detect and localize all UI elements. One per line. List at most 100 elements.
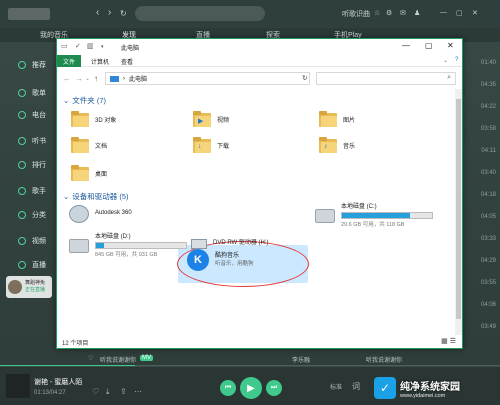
drive-d[interactable]: 本地磁盘 (D:) 845 GB 可用，共 931 GB bbox=[69, 233, 187, 258]
folder-videos[interactable]: ▶ 视频 bbox=[193, 111, 229, 127]
duration-text: 04:11 bbox=[481, 148, 496, 154]
sidebar-item-live[interactable]: 直播 bbox=[18, 260, 46, 270]
duration-text: 03:49 bbox=[480, 324, 496, 330]
forward-icon[interactable]: › bbox=[108, 7, 111, 18]
heart-icon[interactable]: ♡ bbox=[88, 355, 93, 362]
now-playing-title[interactable]: 谢艳 - 蜜磨人陌 bbox=[34, 377, 82, 387]
ribbon-tab-computer[interactable]: 计算机 bbox=[85, 55, 115, 67]
lyric-button[interactable]: 词 bbox=[352, 381, 360, 392]
user-icon[interactable]: ♟ bbox=[414, 9, 420, 17]
drive-c[interactable]: 本地磁盘 (C:) 29.6 GB 可用，共 118 GB bbox=[315, 203, 433, 228]
sidebar-item-artists[interactable]: 歌手 bbox=[18, 186, 46, 196]
avatar bbox=[8, 280, 22, 294]
folders-section-header[interactable]: ⌄ 文件夹 (7) bbox=[63, 95, 106, 106]
folder-name: 图片 bbox=[343, 117, 356, 124]
folder-music[interactable]: ♪ 音乐 bbox=[319, 137, 355, 153]
view-toggle-icons[interactable]: ▦ ☰ bbox=[441, 337, 456, 345]
folder-3d-objects[interactable]: 3D 对象 bbox=[71, 111, 116, 127]
close-app-button[interactable]: ✕ bbox=[472, 9, 478, 17]
share-icon[interactable]: ⇪ bbox=[120, 387, 127, 396]
more-icon[interactable]: ⋯ bbox=[134, 387, 142, 396]
refresh-icon[interactable]: ↻ bbox=[120, 9, 127, 18]
settings-icon[interactable]: ⚙ bbox=[386, 9, 392, 17]
folder-name: 桌面 bbox=[95, 171, 108, 178]
mv-badge[interactable]: MV bbox=[140, 355, 153, 361]
message-icon[interactable]: ✉ bbox=[400, 9, 406, 17]
folder-name: 下载 bbox=[217, 143, 230, 150]
refresh-icon[interactable]: ↻ bbox=[302, 74, 308, 82]
help-icon[interactable]: ? bbox=[449, 55, 464, 67]
drive-dvd-h[interactable]: DVD RW 驱动器 (H:) bbox=[191, 237, 269, 249]
folder-documents[interactable]: 文档 bbox=[71, 137, 107, 153]
chart-icon bbox=[18, 161, 26, 169]
customize-quick-access-icon[interactable]: ▾ bbox=[101, 44, 104, 50]
next-button[interactable]: ⏭ bbox=[266, 380, 282, 396]
album-cover[interactable] bbox=[6, 374, 30, 398]
explorer-scrollbar[interactable] bbox=[455, 89, 462, 335]
search-input[interactable]: ⌕ bbox=[316, 72, 456, 85]
skin-icon[interactable]: ☆ bbox=[374, 9, 380, 17]
video-icon bbox=[18, 237, 26, 245]
explorer-status-bar: 12 个项目 ▦ ☰ bbox=[57, 335, 462, 349]
properties-icon[interactable]: ✓ bbox=[75, 42, 81, 50]
maximize-button[interactable]: ▢ bbox=[425, 41, 433, 50]
folder-name: 音乐 bbox=[343, 143, 356, 150]
minimize-button[interactable]: — bbox=[402, 41, 410, 50]
duration-text: 03:33 bbox=[480, 236, 496, 242]
drive-usage-fill bbox=[342, 213, 410, 218]
sidebar-item-recommend[interactable]: 推荐 bbox=[18, 60, 46, 70]
folder-pictures[interactable]: 图片 bbox=[319, 111, 355, 127]
folder-desktop[interactable]: 桌面 bbox=[71, 165, 107, 181]
sidebar-item-audiobooks[interactable]: 听书 bbox=[18, 136, 46, 146]
sidebar-item-label: 推荐 bbox=[32, 62, 46, 69]
up-arrow-icon[interactable]: ↑ bbox=[94, 74, 98, 83]
play-button[interactable]: ▶ bbox=[240, 377, 262, 399]
artist-icon bbox=[18, 187, 26, 195]
recent-locations-icon[interactable]: ⌄ bbox=[85, 75, 90, 82]
drive-usage-bar bbox=[95, 242, 187, 249]
strip-song-right[interactable]: 听我说谢谢你 bbox=[366, 355, 402, 364]
maximize-app-button[interactable]: ▢ bbox=[456, 9, 463, 17]
close-button[interactable]: ✕ bbox=[447, 41, 454, 50]
new-folder-icon[interactable]: ▥ bbox=[87, 42, 94, 50]
address-row: ← → ⌄ ↑ › 此电脑 ⌄ ↻ ⌕ bbox=[57, 68, 462, 88]
back-icon[interactable]: ‹ bbox=[96, 7, 99, 18]
sidebar-item-categories[interactable]: 分类 bbox=[18, 210, 46, 220]
collapse-icon: ⌄ bbox=[63, 192, 70, 201]
drive-autodesk-360[interactable]: Autodesk 360 bbox=[69, 205, 132, 223]
address-bar[interactable]: › 此电脑 ⌄ bbox=[105, 72, 310, 85]
ribbon-tab-file[interactable]: 文件 bbox=[57, 55, 82, 67]
song-strip: ♡ 听我说谢谢你 MV 李乐融 听我说谢谢你 bbox=[0, 352, 500, 366]
item-count: 12 个项目 bbox=[62, 341, 89, 347]
scrollbar-thumb[interactable] bbox=[456, 99, 461, 319]
like-icon[interactable]: ♡ bbox=[92, 387, 99, 396]
audiobook-icon bbox=[18, 137, 26, 145]
music-search-input[interactable] bbox=[135, 6, 265, 21]
live-mini-card[interactable]: 舞蹈神免 正在直播 bbox=[6, 276, 52, 298]
forward-arrow-icon[interactable]: → bbox=[75, 74, 83, 83]
section-title: 文件夹 (7) bbox=[72, 96, 107, 105]
watermark-title: 纯净系统家园 bbox=[400, 381, 460, 393]
sidebar-item-playlists[interactable]: 歌单 bbox=[18, 88, 46, 98]
ribbon-tab-view[interactable]: 查看 bbox=[115, 55, 139, 67]
drives-section-header[interactable]: ⌄ 设备和驱动器 (5) bbox=[63, 191, 129, 202]
recognize-song-button[interactable]: 听歌识曲 bbox=[342, 9, 370, 19]
desktop-folder-icon bbox=[71, 165, 89, 181]
sidebar-item-radio[interactable]: 电台 bbox=[18, 110, 46, 120]
music-top-bar: ‹ › ↻ 听歌识曲 ☆ ⚙ ✉ ♟ — ▢ ✕ bbox=[0, 0, 500, 28]
sidebar-item-video[interactable]: 视频 bbox=[18, 236, 46, 246]
address-path: 此电脑 bbox=[129, 77, 148, 83]
search-icon: ⌕ bbox=[447, 74, 451, 81]
previous-button[interactable]: ⏮ bbox=[220, 380, 236, 396]
sidebar-item-charts[interactable]: 排行 bbox=[18, 160, 46, 170]
back-arrow-icon[interactable]: ← bbox=[63, 74, 71, 83]
minimize-app-button[interactable]: — bbox=[440, 9, 447, 16]
download-icon[interactable]: ⤓ bbox=[106, 387, 110, 397]
folder-downloads[interactable]: ↓ 下载 bbox=[193, 137, 229, 153]
duration-text: 03:40 bbox=[480, 170, 496, 176]
duration-text: 04:29 bbox=[480, 258, 496, 264]
strip-artist[interactable]: 李乐融 bbox=[292, 355, 310, 364]
collapse-icon: ⌄ bbox=[63, 96, 70, 105]
quality-button[interactable]: 标准 bbox=[330, 382, 342, 391]
strip-song-left[interactable]: 听我说谢谢你 bbox=[100, 355, 136, 364]
